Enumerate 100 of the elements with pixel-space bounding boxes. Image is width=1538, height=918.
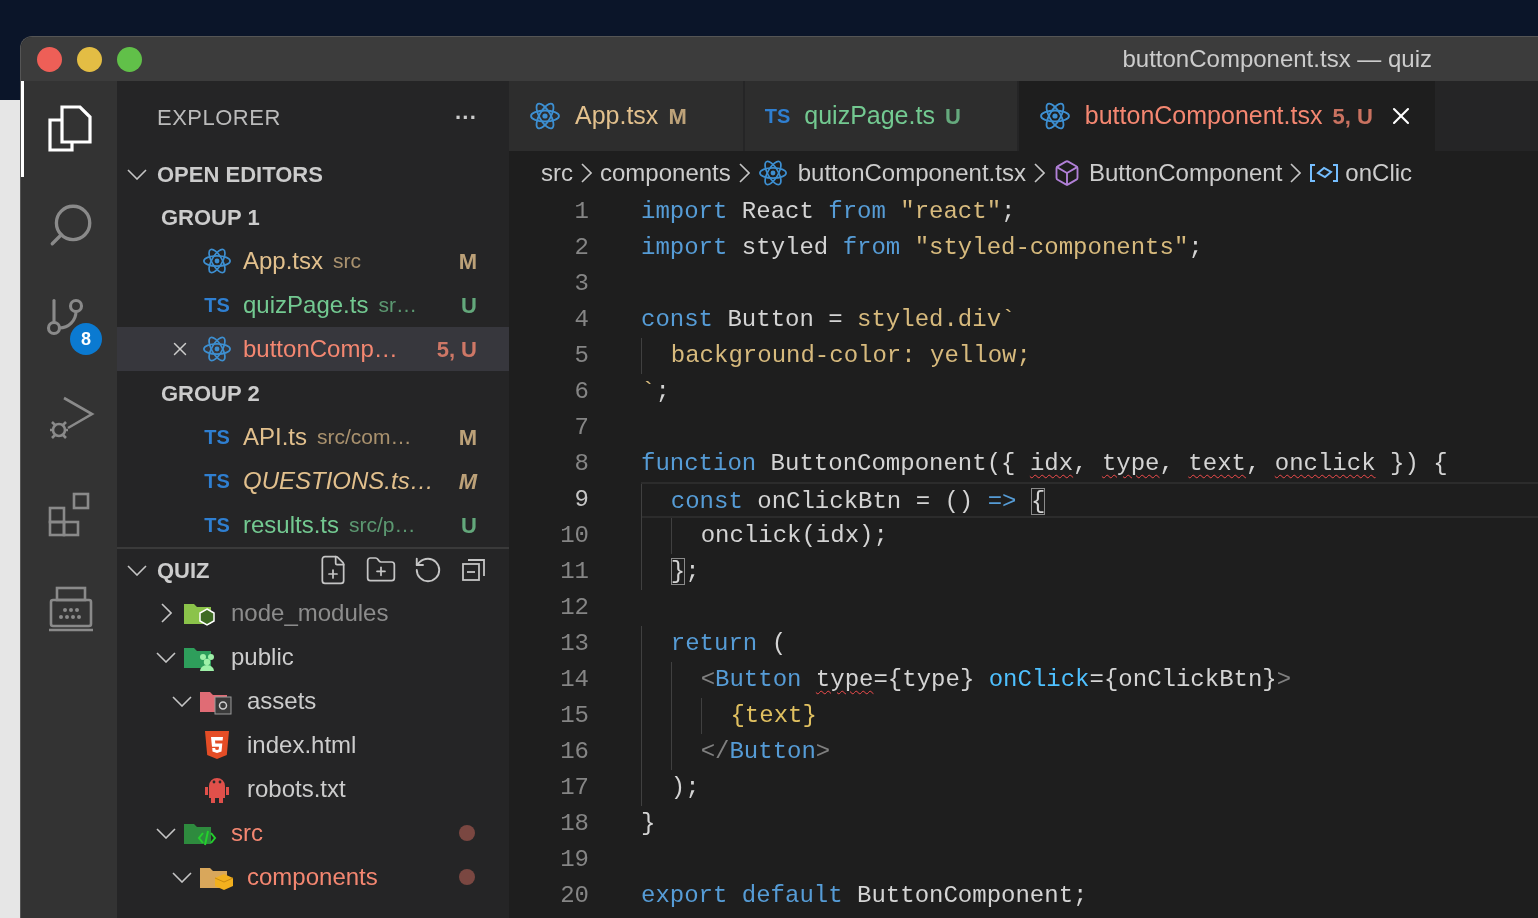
code-line: <Button type={type} onClick={onClickBtn}>	[641, 662, 1292, 698]
line-number: 10	[559, 521, 589, 551]
file-name: API.ts	[243, 422, 308, 452]
file-path: src	[333, 248, 362, 275]
chevron-down-icon[interactable]	[172, 871, 192, 883]
folder-item[interactable]: components	[117, 855, 509, 899]
file-name: public	[231, 642, 294, 672]
chevron-right-icon[interactable]	[160, 603, 172, 623]
typescript-icon: TS	[764, 101, 791, 131]
folder-item[interactable]: public	[117, 635, 509, 679]
typescript-icon: TS	[204, 422, 230, 452]
code-line: };	[641, 554, 700, 590]
editor-tab[interactable]: TS quizPage.ts U	[744, 81, 1017, 151]
code-line: import React from "react";	[641, 197, 1016, 227]
git-status: M	[458, 247, 477, 276]
code-line: }	[641, 809, 656, 839]
line-number: 18	[559, 809, 589, 839]
line-number: 17	[559, 773, 589, 803]
file-item[interactable]: robots.txt	[117, 767, 509, 811]
html-file-icon	[204, 730, 230, 760]
file-name: results.ts	[243, 510, 340, 540]
file-name: assets	[247, 686, 317, 716]
chevron-down-icon[interactable]	[172, 695, 192, 707]
open-editor-item[interactable]: TS API.ts src/com… M	[117, 415, 509, 459]
section-title[interactable]: OPEN EDITORS	[157, 157, 323, 191]
line-number: 6	[573, 377, 589, 407]
code-line: background-color: yellow;	[641, 338, 1031, 374]
editor-tab[interactable]: App.tsx M	[509, 81, 743, 151]
open-editor-item[interactable]: App.tsx src M	[117, 239, 509, 283]
sidebar-title: EXPLORER	[157, 103, 281, 132]
maximize-window-button[interactable]	[117, 46, 142, 72]
group-title: GROUP 2	[161, 379, 260, 408]
window-title: buttonComponent.tsx — quiz	[1122, 44, 1432, 74]
refresh-icon[interactable]	[413, 555, 443, 585]
chevron-down-icon[interactable]	[127, 168, 147, 180]
file-name: robots.txt	[247, 774, 346, 804]
line-number: 12	[559, 593, 589, 623]
line-number: 11	[559, 557, 589, 587]
code-line: );	[641, 770, 700, 806]
file-name: buttonComp…	[243, 334, 398, 364]
minimize-window-button[interactable]	[77, 46, 102, 72]
react-icon	[757, 157, 788, 188]
file-name: index.html	[247, 730, 357, 760]
chevron-right-icon	[738, 162, 750, 183]
git-status: M	[458, 467, 477, 496]
line-number: 15	[559, 701, 589, 731]
count-badge: 8	[70, 323, 102, 355]
editor-tab[interactable]: buttonComponent.tsx 5, U	[1018, 81, 1435, 151]
file-path: src/com…	[317, 424, 412, 451]
chevron-right-icon	[1290, 162, 1302, 183]
more-actions-button[interactable]: ···	[455, 100, 477, 134]
react-icon	[1038, 100, 1071, 132]
open-editor-item[interactable]: TS quizPage.ts sr… U	[117, 283, 509, 327]
chevron-down-icon[interactable]	[127, 564, 147, 576]
line-number: 9	[573, 485, 589, 515]
line-number: 14	[559, 665, 589, 695]
typescript-icon: TS	[204, 290, 230, 320]
breadcrumb-item[interactable]: buttonComponent.tsx	[797, 154, 1026, 191]
chevron-down-icon[interactable]	[156, 827, 176, 839]
folder-item[interactable]: assets	[117, 679, 509, 723]
code-line: const onClickBtn = () => {	[641, 484, 1046, 520]
chevron-right-icon	[581, 162, 592, 183]
line-number: 5	[573, 341, 589, 371]
section-title[interactable]: QUIZ	[157, 553, 210, 587]
code-line: return (	[641, 626, 787, 662]
group-title: GROUP 1	[161, 203, 260, 232]
folder-item[interactable]: src	[117, 811, 509, 855]
file-path: sr…	[378, 292, 417, 319]
file-path: src/p…	[349, 512, 416, 539]
git-status: U	[461, 511, 477, 540]
breadcrumb-item[interactable]: components	[600, 154, 731, 191]
file-name: App.tsx	[243, 246, 324, 276]
breadcrumb-item[interactable]: src	[541, 154, 573, 191]
breadcrumb-item[interactable]: ButtonComponent	[1088, 154, 1283, 191]
open-editor-item[interactable]: TS results.ts src/p… U	[117, 503, 509, 547]
git-status: U	[461, 291, 477, 320]
line-number: 8	[573, 449, 589, 479]
line-number: 16	[559, 737, 589, 767]
code-line: import styled from "styled-components";	[641, 233, 1203, 263]
file-name: components	[247, 862, 378, 892]
file-item[interactable]: index.html	[117, 723, 509, 767]
breadcrumb-item[interactable]: onClic	[1345, 154, 1413, 191]
code-line: `;	[641, 377, 670, 407]
git-status: M	[458, 423, 477, 452]
line-number: 20	[559, 881, 589, 911]
code-line: function ButtonComponent({ idx, type, text, onclick }) {	[641, 449, 1448, 479]
close-window-button[interactable]	[37, 46, 62, 72]
chevron-down-icon[interactable]	[156, 651, 176, 663]
line-number: 19	[559, 845, 589, 875]
open-editor-item[interactable]: buttonComp… 5, U	[117, 327, 509, 371]
line-number: 2	[573, 233, 589, 263]
typescript-icon: TS	[204, 466, 230, 496]
line-number: 7	[573, 413, 589, 443]
line-number: 13	[559, 629, 589, 659]
folder-item[interactable]: node_modules	[117, 591, 509, 635]
open-editor-item[interactable]: TS QUESTIONS.ts… M	[117, 459, 509, 503]
activity-item[interactable]: 8	[21, 273, 117, 369]
react-icon	[202, 334, 232, 364]
react-icon	[529, 100, 561, 132]
react-icon	[202, 246, 232, 276]
